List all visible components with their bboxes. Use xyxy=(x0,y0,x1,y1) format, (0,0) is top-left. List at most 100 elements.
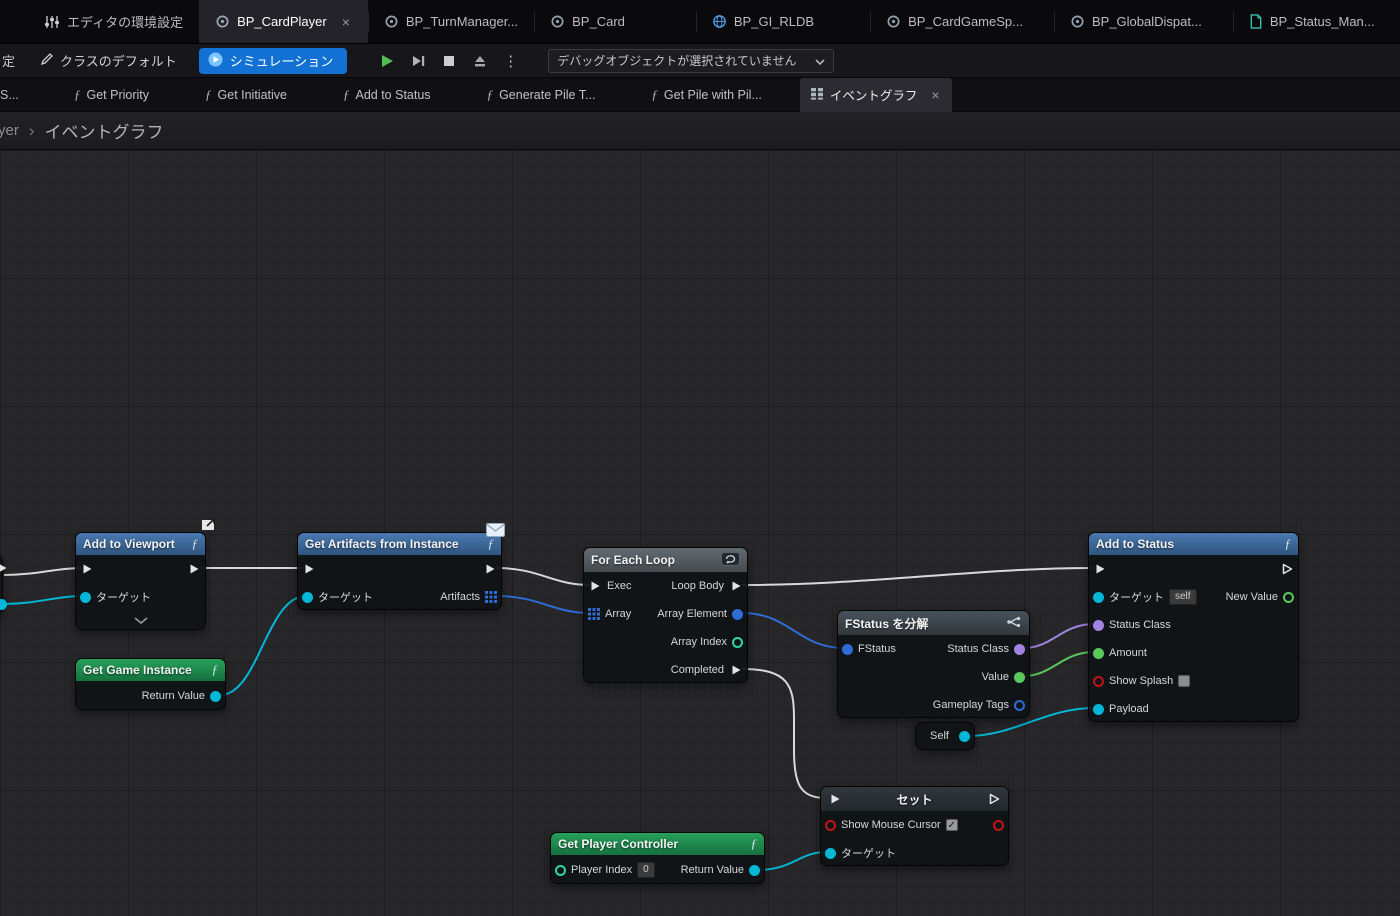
show-splash-checkbox[interactable] xyxy=(1178,675,1191,687)
tab-get-priority[interactable]: ƒ Get Priority xyxy=(74,87,149,103)
node-header[interactable]: Add to Viewport ƒ xyxy=(76,533,205,555)
exec-in-pin[interactable] xyxy=(588,579,602,593)
tab-bp-globaldispat[interactable]: BP_GlobalDispat... xyxy=(1053,0,1218,43)
break-struct-icon xyxy=(1006,616,1022,631)
tab-event-graph[interactable]: イベントグラフ × xyxy=(799,77,952,112)
tab-bp-cardplayer[interactable]: BP_CardPlayer × xyxy=(199,0,368,43)
tab-bp-turnmanager[interactable]: BP_TurnManager... xyxy=(367,0,534,43)
target-pin[interactable] xyxy=(302,591,313,603)
graph-canvas[interactable]: Add to Viewport ƒ ターゲット Get Game Instanc… xyxy=(0,150,1400,916)
pin-label: Value xyxy=(981,671,1009,683)
tab-get-initiative[interactable]: ƒ Get Initiative xyxy=(205,87,287,103)
node-title: Add to Status xyxy=(1096,537,1174,551)
tab-label: Get Pile with Pil... xyxy=(663,87,762,102)
target-pin[interactable] xyxy=(825,847,836,859)
node-header[interactable]: Get Game Instance ƒ xyxy=(76,659,225,681)
tab-editor-preferences[interactable]: エディタの環境設定 xyxy=(28,0,199,43)
function-icon: ƒ xyxy=(651,86,658,102)
frame-skip-button[interactable] xyxy=(404,47,431,74)
tab-bp-card[interactable]: BP_Card xyxy=(534,0,641,43)
exec-out-pin[interactable] xyxy=(729,663,743,677)
exec-out-pin[interactable] xyxy=(987,792,1001,806)
stop-button[interactable] xyxy=(435,47,462,74)
node-header[interactable]: For Each Loop xyxy=(584,548,747,572)
new-value-out-pin[interactable] xyxy=(1283,591,1294,603)
player-index-field[interactable]: 0 xyxy=(637,862,655,878)
self-out-pin[interactable] xyxy=(959,730,970,742)
return-value-pin[interactable] xyxy=(210,690,221,702)
gameplay-tags-out-pin[interactable] xyxy=(1014,699,1025,711)
play-button[interactable] xyxy=(373,47,400,74)
target-value-field[interactable]: self xyxy=(1169,589,1197,605)
fstatus-in-pin[interactable] xyxy=(842,643,853,655)
node-header[interactable]: Add to Status ƒ xyxy=(1089,533,1298,555)
tab-bp-status-man[interactable]: BP_Status_Man... xyxy=(1232,0,1391,43)
node-get-game-instance[interactable]: Get Game Instance ƒ Return Value xyxy=(75,658,226,710)
tab-generate-pile[interactable]: ƒ Generate Pile T... xyxy=(487,87,596,103)
clipped-graph-tab[interactable]: S... xyxy=(0,88,18,102)
array-in-pin[interactable] xyxy=(588,608,600,620)
node-title: セット xyxy=(896,792,933,807)
return-value-pin[interactable] xyxy=(749,864,760,876)
array-element-pin[interactable] xyxy=(732,608,743,620)
breadcrumb-current[interactable]: イベントグラフ xyxy=(45,118,164,143)
tab-add-to-status[interactable]: ƒ Add to Status xyxy=(343,87,431,103)
blueprint-icon xyxy=(886,14,901,29)
array-index-pin[interactable] xyxy=(732,636,743,648)
node-header[interactable]: Get Artifacts from Instance ƒ xyxy=(298,533,501,555)
object-out-pin[interactable] xyxy=(0,599,7,610)
node-header[interactable]: セット xyxy=(821,787,1008,811)
exec-out-pin[interactable] xyxy=(187,562,201,576)
amount-in-pin[interactable] xyxy=(1093,647,1104,659)
status-class-out-pin[interactable] xyxy=(1014,643,1025,655)
exec-in-pin[interactable] xyxy=(80,562,94,576)
show-mouse-cursor-in-pin[interactable] xyxy=(825,819,836,831)
tab-bp-cardgamesp[interactable]: BP_CardGameSp... xyxy=(870,0,1039,43)
node-get-artifacts-from-instance[interactable]: Get Artifacts from Instance ƒ ターゲット Arti… xyxy=(297,523,505,610)
exec-out-pin[interactable] xyxy=(1280,562,1294,576)
debug-object-dropdown[interactable]: デバッグオブジェクトが選択されていません xyxy=(548,48,835,73)
player-index-in-pin[interactable] xyxy=(555,864,566,876)
tab-label: Generate Pile T... xyxy=(499,87,596,102)
status-class-in-pin[interactable] xyxy=(1093,619,1104,631)
show-splash-in-pin[interactable] xyxy=(1093,675,1104,687)
show-mouse-cursor-out-pin[interactable] xyxy=(993,819,1004,831)
value-out-pin[interactable] xyxy=(1014,671,1025,683)
node-get-player-controller[interactable]: Get Player Controller ƒ Player Index 0 R… xyxy=(550,832,765,884)
node-add-to-status[interactable]: Add to Status ƒ ターゲット self New Value Sta… xyxy=(1088,532,1299,722)
target-pin[interactable] xyxy=(1093,591,1104,603)
node-self[interactable]: Self xyxy=(915,722,975,750)
node-for-each-loop[interactable]: For Each Loop Exec Loop Body Array Array… xyxy=(583,547,748,683)
exec-in-pin[interactable] xyxy=(1093,562,1107,576)
exec-in-pin[interactable] xyxy=(302,562,316,576)
target-pin[interactable] xyxy=(80,591,91,603)
eject-button[interactable] xyxy=(466,47,493,74)
array-out-pin[interactable] xyxy=(485,591,497,603)
toolbar-options-kebab[interactable]: ⋮ xyxy=(497,47,524,74)
breadcrumb-parent[interactable]: yer xyxy=(0,122,19,139)
class-defaults-button[interactable]: クラスのデフォルト xyxy=(34,47,183,74)
node-title: Self xyxy=(930,730,949,742)
exec-out-pin[interactable] xyxy=(483,562,497,576)
node-break-fstatus[interactable]: FStatus を分解 FStatus Status Class Value G… xyxy=(837,610,1030,718)
close-icon[interactable]: × xyxy=(340,15,352,29)
exec-out-pin[interactable] xyxy=(729,579,743,593)
close-icon[interactable]: × xyxy=(929,88,941,102)
node-header[interactable]: FStatus を分解 xyxy=(838,611,1029,635)
exec-out-pin[interactable] xyxy=(0,561,9,575)
pencil-icon xyxy=(40,52,54,69)
node-header[interactable]: Get Player Controller ƒ xyxy=(551,833,764,855)
tab-label: BP_GI_RLDB xyxy=(733,14,815,29)
payload-in-pin[interactable] xyxy=(1093,703,1104,715)
exec-in-pin[interactable] xyxy=(828,792,842,806)
node-set-show-mouse-cursor[interactable]: セット Show Mouse Cursor ✓ ターゲット xyxy=(820,786,1009,866)
tab-bp-gi-rldb[interactable]: BP_GI_RLDB xyxy=(695,0,830,43)
tab-label: BP_Card xyxy=(572,14,625,29)
simulate-button[interactable]: シミュレーション xyxy=(198,47,348,74)
simulate-icon xyxy=(208,52,223,70)
show-mouse-cursor-checkbox[interactable]: ✓ xyxy=(945,819,958,831)
pin-label: Array xyxy=(605,608,632,620)
tab-get-pile-with-pil[interactable]: ƒ Get Pile with Pil... xyxy=(651,87,761,103)
collapse-chevron[interactable] xyxy=(133,615,148,627)
node-add-to-viewport[interactable]: Add to Viewport ƒ ターゲット xyxy=(75,518,215,630)
